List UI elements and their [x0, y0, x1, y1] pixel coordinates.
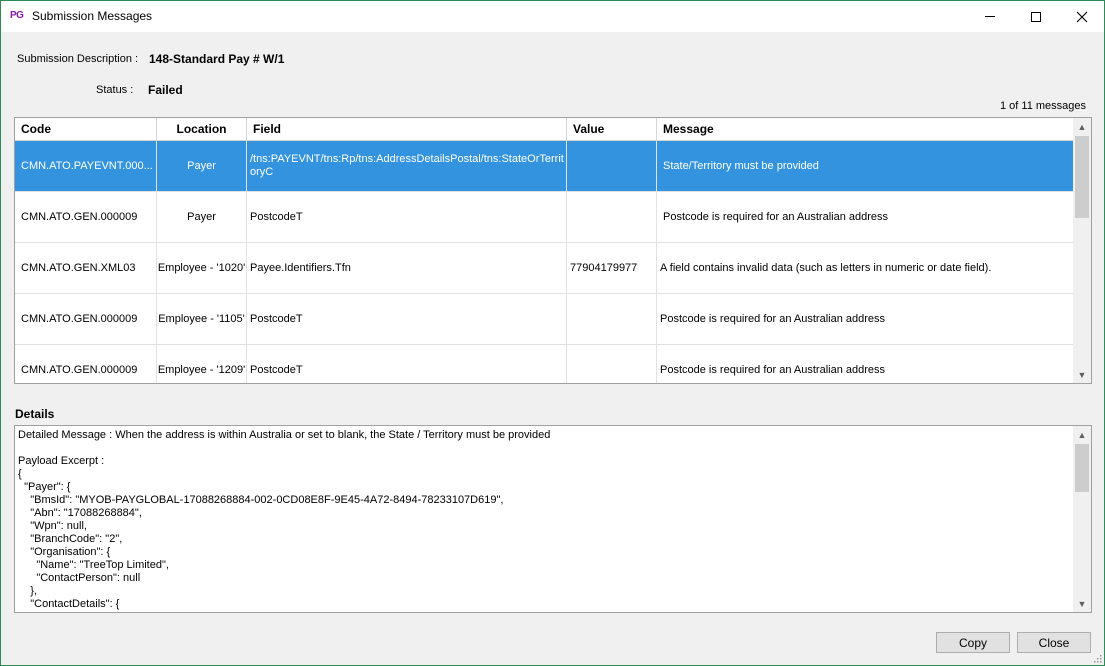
cell-message: Postcode is required for an Australian a… — [660, 313, 886, 325]
resize-grip-icon[interactable] — [1092, 653, 1102, 663]
maximize-icon — [1031, 11, 1041, 22]
details-label: Details — [15, 407, 55, 421]
submission-messages-window: PG Submission Messages Submission Descri… — [0, 0, 1105, 666]
grid-scroll-thumb[interactable] — [1075, 136, 1089, 218]
cell-field: PostcodeT — [247, 345, 567, 383]
cell-field: PostcodeT — [247, 192, 567, 242]
table-row[interactable]: CMN.ATO.PAYEVNT.000... Payer /tns:PAYEVN… — [15, 141, 1073, 192]
title-bar[interactable]: PG Submission Messages — [1, 1, 1104, 32]
minimize-icon — [985, 16, 995, 17]
scroll-down-icon[interactable]: ▼ — [1073, 366, 1091, 383]
cell-location: Employee - '1105' — [157, 294, 247, 344]
table-row[interactable]: CMN.ATO.GEN.XML03 Employee - '1020' Paye… — [15, 243, 1073, 294]
window-title: Submission Messages — [32, 9, 153, 23]
cell-location: Employee - '1020' — [157, 243, 247, 293]
close-button[interactable]: Close — [1017, 632, 1091, 653]
scroll-down-icon[interactable]: ▼ — [1073, 595, 1091, 612]
scroll-up-icon[interactable]: ▲ — [1073, 118, 1091, 135]
column-header-location[interactable]: Location — [157, 118, 247, 141]
cell-value — [567, 192, 657, 242]
cell-field: /tns:PAYEVNT/tns:Rp/tns:AddressDetailsPo… — [247, 141, 567, 191]
grid-body: CMN.ATO.PAYEVNT.000... Payer /tns:PAYEVN… — [15, 141, 1073, 383]
cell-message: A field contains invalid data (such as l… — [660, 262, 992, 274]
column-header-code[interactable]: Code — [15, 118, 157, 141]
cell-value — [567, 345, 657, 383]
table-row[interactable]: CMN.ATO.GEN.000009 Employee - '1105' Pos… — [15, 294, 1073, 345]
column-header-value[interactable]: Value — [567, 118, 657, 141]
cell-message: Postcode is required for an Australian a… — [660, 364, 886, 376]
description-label: Submission Description : — [17, 53, 139, 65]
cell-location: Employee - '1209' — [157, 345, 247, 383]
table-row[interactable]: CMN.ATO.GEN.000009 Payer PostcodeT Postc… — [15, 192, 1073, 243]
close-window-button[interactable] — [1059, 1, 1105, 32]
details-text[interactable]: Detailed Message : When the address is w… — [18, 429, 1068, 611]
details-scroll-thumb[interactable] — [1075, 444, 1089, 492]
scroll-up-icon[interactable]: ▲ — [1073, 426, 1091, 443]
cell-code: CMN.ATO.GEN.000009 — [15, 294, 157, 344]
messages-grid[interactable]: Code Location Field Value Message CMN.AT… — [14, 117, 1092, 384]
status-value: Failed — [148, 83, 183, 97]
grid-scrollbar[interactable]: ▲ ▼ — [1073, 118, 1091, 383]
cell-code: CMN.ATO.PAYEVNT.000... — [15, 141, 157, 191]
minimize-button[interactable] — [967, 1, 1013, 32]
description-value: 148-Standard Pay # W/1 — [149, 52, 285, 66]
close-icon — [1076, 11, 1088, 22]
table-row[interactable]: CMN.ATO.GEN.000009 Employee - '1209' Pos… — [15, 345, 1073, 383]
cell-message: State/Territory must be provided — [663, 160, 819, 172]
cell-code: CMN.ATO.GEN.XML03 — [15, 243, 157, 293]
cell-field: Payee.Identifiers.Tfn — [247, 243, 567, 293]
cell-value — [567, 141, 657, 191]
app-logo-icon: PG — [10, 10, 24, 21]
grid-header: Code Location Field Value Message — [15, 118, 1073, 141]
cell-field: PostcodeT — [247, 294, 567, 344]
cell-value — [567, 294, 657, 344]
cell-location: Payer — [157, 141, 247, 191]
message-count: 1 of 11 messages — [999, 100, 1086, 112]
cell-code: CMN.ATO.GEN.000009 — [15, 345, 157, 383]
column-header-message[interactable]: Message — [657, 118, 1073, 141]
details-textbox[interactable]: Detailed Message : When the address is w… — [14, 425, 1092, 613]
cell-value: 77904179977 — [567, 243, 657, 293]
cell-message: Postcode is required for an Australian a… — [663, 211, 889, 223]
cell-location: Payer — [157, 192, 247, 242]
copy-button[interactable]: Copy — [936, 632, 1010, 653]
details-scrollbar[interactable]: ▲ ▼ — [1073, 426, 1091, 612]
status-label: Status : — [96, 84, 134, 96]
maximize-button[interactable] — [1013, 1, 1059, 32]
cell-code: CMN.ATO.GEN.000009 — [15, 192, 157, 242]
column-header-field[interactable]: Field — [247, 118, 567, 141]
